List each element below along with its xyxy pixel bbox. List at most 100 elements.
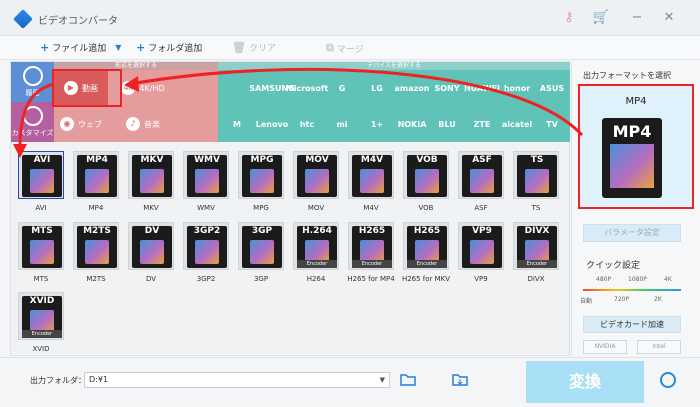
device-1-9[interactable]: TV xyxy=(535,106,569,142)
quality-480p: 480P xyxy=(596,276,612,283)
gpu-option-nvidia[interactable]: NVIDIA xyxy=(583,340,627,354)
format-ts[interactable]: TS TS xyxy=(511,151,561,221)
device-0-2[interactable]: Microsoft xyxy=(286,70,328,106)
format-3gp[interactable]: 3GP 3GP xyxy=(236,222,286,292)
format-mov[interactable]: MOV MOV xyxy=(291,151,341,221)
format-thumbnail: VP9 xyxy=(458,222,504,270)
format-mp4[interactable]: MP4 MP4 xyxy=(71,151,121,221)
format-mpg[interactable]: MPG MPG xyxy=(236,151,286,221)
device-1-3[interactable]: mi xyxy=(325,106,359,142)
format-thumbnail: ASF xyxy=(458,151,504,199)
clear-label: クリア xyxy=(248,44,276,54)
alarm-clock-icon[interactable] xyxy=(660,372,676,388)
gpu-acceleration-button[interactable]: ビデオカード加速 xyxy=(583,316,681,333)
format-dv[interactable]: DV DV xyxy=(126,222,176,292)
format-tag: AVI xyxy=(33,155,51,165)
format-label: ASF xyxy=(474,204,488,212)
convert-button[interactable]: 変換 xyxy=(526,361,644,403)
format-wmv[interactable]: WMV WMV xyxy=(181,151,231,221)
format-divx[interactable]: DIVX Encoder DIVX xyxy=(511,222,561,292)
film-icon xyxy=(470,169,494,193)
format-tag: MOV xyxy=(305,155,329,165)
format-thumbnail: WMV xyxy=(183,151,229,199)
film-icon xyxy=(85,240,109,264)
device-1-6[interactable]: BLU xyxy=(430,106,464,142)
format-tag: VP9 xyxy=(472,226,492,236)
format-tag: ASF xyxy=(472,155,492,165)
device-1-7[interactable]: ZTE xyxy=(465,106,499,142)
device-1-8[interactable]: alcatel xyxy=(500,106,534,142)
merge-button[interactable]: ⧉ マージ xyxy=(326,41,364,55)
device-0-6[interactable]: SONY xyxy=(430,70,464,106)
sidebar-item-history[interactable]: 履歴 xyxy=(11,62,54,102)
format-label: H265 for MP4 xyxy=(347,275,395,283)
plus-icon: + xyxy=(136,41,146,54)
format-badge: 3GP xyxy=(242,226,282,268)
film-icon xyxy=(610,144,654,188)
format-mkv[interactable]: MKV MKV xyxy=(126,151,176,221)
quality-slider[interactable] xyxy=(583,289,681,291)
format-avi[interactable]: AVI AVI xyxy=(16,151,66,221)
quality-auto: 自動 xyxy=(580,298,593,305)
format-badge: H265 Encoder xyxy=(352,226,392,268)
format-badge: DV xyxy=(132,226,172,268)
device-0-4[interactable]: LG xyxy=(360,70,394,106)
device-1-5[interactable]: NOKIA xyxy=(395,106,429,142)
add-file-button[interactable]: + ファイル追加 ▼ xyxy=(40,41,121,54)
film-icon xyxy=(195,240,219,264)
category-music-label: 音楽 xyxy=(144,119,160,129)
device-0-5[interactable]: amazon xyxy=(395,70,430,106)
device-1-0[interactable]: M xyxy=(220,106,254,142)
format-h265-for-mp4[interactable]: H265 Encoder H265 for MP4 xyxy=(346,222,396,292)
format-label: MOV xyxy=(307,204,325,212)
open-folder-icon[interactable] xyxy=(452,373,468,386)
format-thumbnail: M2TS xyxy=(73,222,119,270)
key-icon[interactable]: ⚷ xyxy=(560,9,578,27)
format-asf[interactable]: ASF ASF xyxy=(456,151,506,221)
add-folder-button[interactable]: + フォルダ追加 xyxy=(136,41,202,54)
output-format-selector[interactable]: MP4 MP4 xyxy=(578,84,694,209)
film-icon xyxy=(195,169,219,193)
format-badge: TS xyxy=(517,155,557,197)
cart-icon[interactable]: 🛒 xyxy=(592,9,610,27)
category-web[interactable]: ◉ ウェブ xyxy=(54,106,108,142)
folder-icon[interactable] xyxy=(400,373,416,386)
app-logo-icon xyxy=(13,9,33,29)
category-music[interactable]: ♪ 音楽 xyxy=(116,106,170,142)
device-0-3[interactable]: G xyxy=(325,70,359,106)
device-1-2[interactable]: htc xyxy=(290,106,324,142)
output-folder-field[interactable]: D:¥1 ▼ xyxy=(84,372,390,388)
device-0-9[interactable]: ASUS xyxy=(535,70,569,106)
device-1-4[interactable]: 1+ xyxy=(360,106,394,142)
device-strip: デバイスを選択する xyxy=(218,62,570,70)
format-thumbnail: AVI xyxy=(18,151,64,199)
category-4k[interactable]: 4k 4K/HD xyxy=(116,70,170,106)
format-h265-for-mkv[interactable]: H265 Encoder H265 for MKV xyxy=(401,222,451,292)
format-badge: ASF xyxy=(462,155,502,197)
close-button[interactable]: ✕ xyxy=(660,9,678,27)
format-m2ts[interactable]: M2TS M2TS xyxy=(71,222,121,292)
format-badge: M2TS xyxy=(77,226,117,268)
title-bar: ビデオコンバータ ⚷ 🛒 − ✕ xyxy=(0,0,700,36)
format-vp9[interactable]: VP9 VP9 xyxy=(456,222,506,292)
format-mts[interactable]: MTS MTS xyxy=(16,222,66,292)
sidebar-history-label: 履歴 xyxy=(25,89,40,97)
parameter-settings-button[interactable]: パラメータ設定 xyxy=(583,224,681,242)
device-0-7[interactable]: HUAWEI xyxy=(464,70,500,106)
format-3gp2[interactable]: 3GP2 3GP2 xyxy=(181,222,231,292)
format-badge: XVID Encoder xyxy=(22,296,62,338)
format-xvid[interactable]: XVID Encoder XVID xyxy=(16,292,66,362)
format-h264[interactable]: H.264 Encoder H264 xyxy=(291,222,341,292)
device-1-1[interactable]: Lenovo xyxy=(255,106,289,142)
device-0-1[interactable]: SAMSUNG xyxy=(249,70,294,106)
dropdown-icon[interactable]: ▼ xyxy=(115,43,121,52)
clear-button[interactable]: 🗑 クリア xyxy=(232,41,276,54)
minimize-button[interactable]: − xyxy=(628,9,646,27)
device-0-8[interactable]: honor xyxy=(500,70,534,106)
sidebar-item-customize[interactable]: カスタマイズ xyxy=(11,102,54,142)
gpu-option-intel[interactable]: Intel xyxy=(637,340,681,354)
format-badge: H.264 Encoder xyxy=(297,226,337,268)
format-vob[interactable]: VOB VOB xyxy=(401,151,451,221)
chevron-down-icon[interactable]: ▼ xyxy=(380,373,385,387)
format-m4v[interactable]: M4V M4V xyxy=(346,151,396,221)
